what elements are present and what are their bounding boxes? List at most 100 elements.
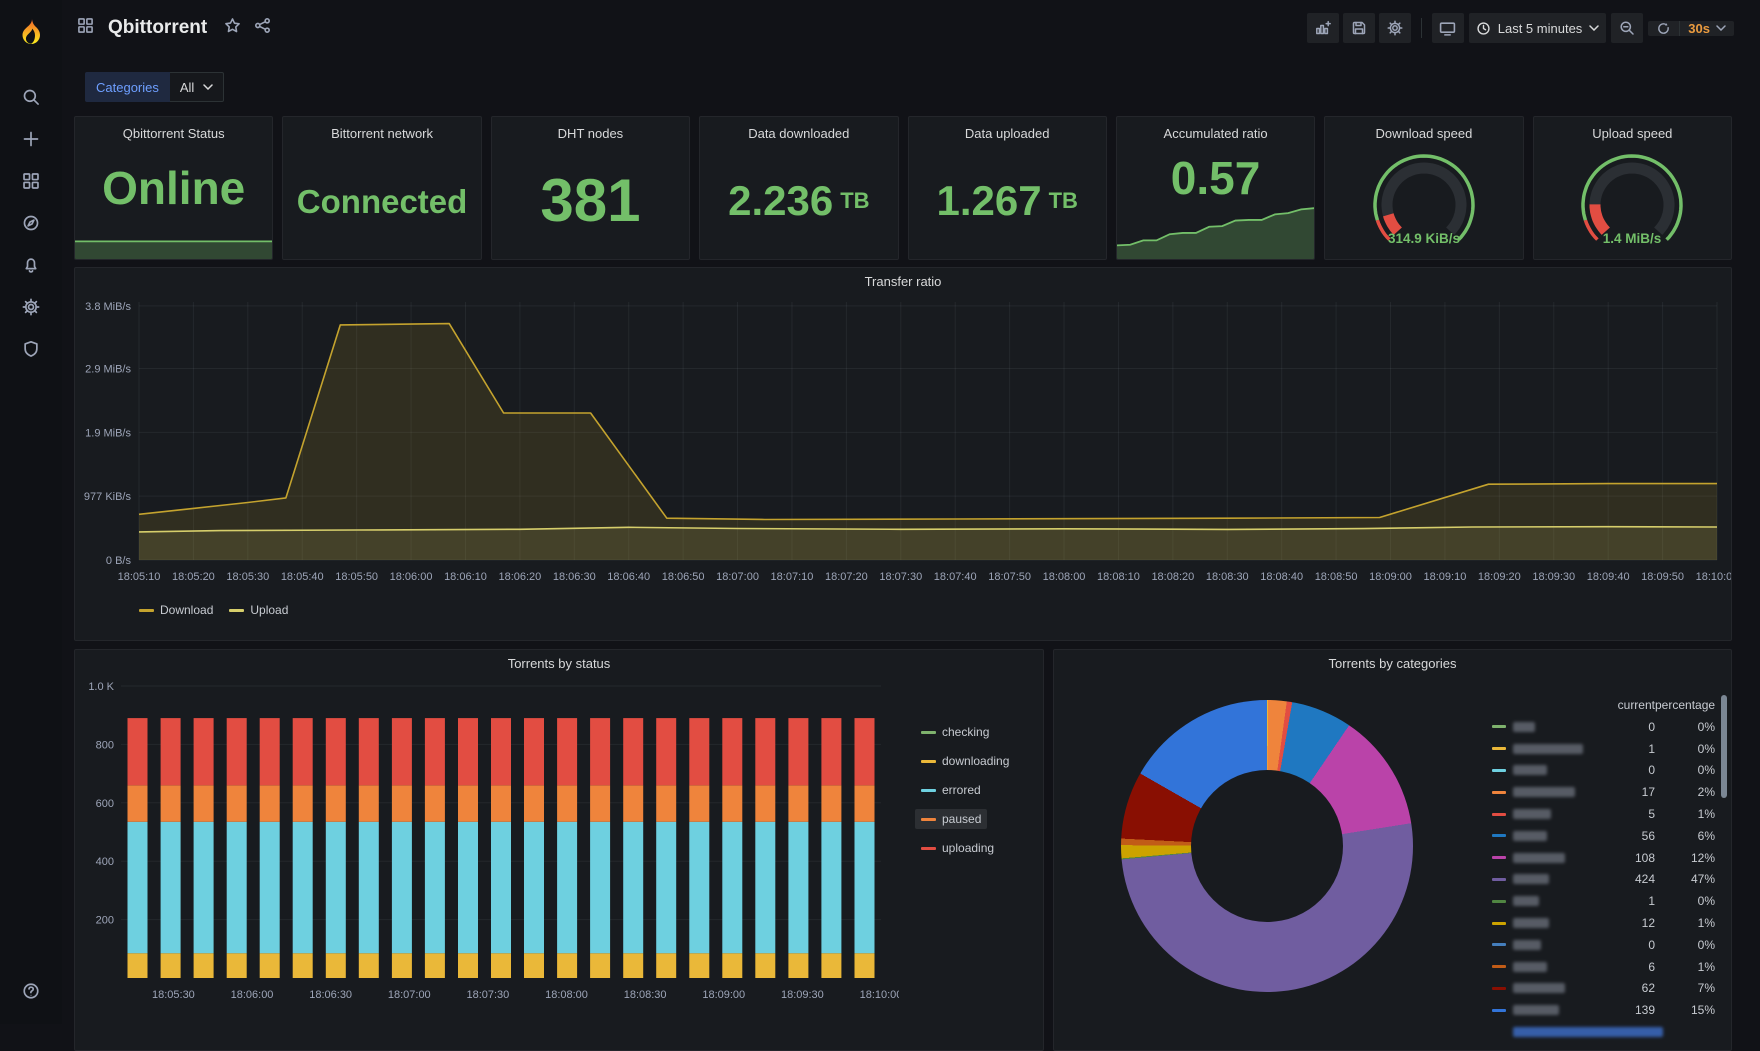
bar-segment-errored — [325, 821, 346, 954]
category-row-9[interactable]: 12 1% — [1492, 912, 1715, 934]
category-row-11[interactable]: 6 1% — [1492, 956, 1715, 978]
category-row-1[interactable]: 1 0% — [1492, 738, 1715, 760]
legend-item-checking[interactable]: checking — [915, 722, 995, 742]
category-row-4[interactable]: 5 1% — [1492, 803, 1715, 825]
bar-segment-paused — [226, 785, 247, 822]
stat-value: 2.236 TB — [700, 143, 897, 259]
variable-value-dropdown[interactable]: All — [169, 72, 225, 102]
stat-panel-title[interactable]: DHT nodes — [492, 117, 689, 143]
stat-panel-title[interactable]: Bittorrent network — [283, 117, 480, 143]
sidebar — [0, 0, 62, 1024]
stat-panel-title[interactable]: Data downloaded — [700, 117, 897, 143]
category-row-0[interactable]: 0 0% — [1492, 716, 1715, 738]
stat-panel-title[interactable]: Download speed — [1325, 117, 1522, 143]
category-row-12[interactable]: 62 7% — [1492, 978, 1715, 1000]
header-right-buttons — [1306, 13, 1411, 43]
dashboard-settings-button[interactable] — [1378, 13, 1411, 43]
bar-segment-errored — [424, 821, 445, 954]
bar-segment-downloading — [160, 953, 181, 978]
category-row-6[interactable]: 108 12% — [1492, 847, 1715, 869]
category-row-13[interactable]: 139 15% — [1492, 999, 1715, 1021]
legend-item-download[interactable]: Download — [139, 603, 213, 617]
bar-segment-paused — [854, 785, 875, 822]
stat-value-text: 1.267 — [936, 177, 1042, 224]
dashboard-picker-button[interactable] — [75, 15, 96, 41]
bar-segment-downloading — [788, 953, 809, 978]
bar-segment-uploading — [854, 718, 875, 786]
category-color-swatch — [1492, 812, 1506, 816]
sidebar-item-create[interactable] — [9, 118, 53, 160]
category-row-2[interactable]: 0 0% — [1492, 760, 1715, 782]
save-dashboard-button[interactable] — [1342, 13, 1375, 43]
sidebar-item-dashboards[interactable] — [9, 160, 53, 202]
stat-panel-3: Data downloaded 2.236 TB — [699, 116, 899, 260]
star-dashboard-button[interactable] — [222, 15, 243, 41]
svg-text:18:05:30: 18:05:30 — [226, 571, 269, 583]
svg-text:18:07:30: 18:07:30 — [466, 989, 509, 1001]
sidebar-item-server-admin[interactable] — [9, 328, 53, 370]
category-percentage-value: 0% — [1697, 894, 1715, 909]
svg-text:18:09:30: 18:09:30 — [1532, 571, 1575, 583]
svg-text:18:06:30: 18:06:30 — [309, 989, 352, 1001]
legend-item-upload[interactable]: Upload — [229, 603, 288, 617]
bar-segment-errored — [458, 821, 478, 954]
legend-item-downloading[interactable]: downloading — [915, 751, 1015, 771]
bar-segment-paused — [424, 785, 445, 822]
sidebar-item-explore[interactable] — [9, 202, 53, 244]
search-icon — [22, 88, 40, 106]
time-range-picker[interactable]: Last 5 minutes — [1468, 13, 1607, 43]
sidebar-item-alerting[interactable] — [9, 244, 53, 286]
bar-segment-paused — [722, 785, 743, 822]
svg-text:18:10:00: 18:10:00 — [1696, 571, 1731, 583]
add-panel-button[interactable] — [1306, 13, 1339, 43]
category-row-7[interactable]: 424 47% — [1492, 869, 1715, 891]
category-current-value: 0 — [1648, 763, 1655, 778]
svg-text:18:06:10: 18:06:10 — [444, 571, 487, 583]
grafana-logo[interactable] — [8, 8, 54, 54]
svg-text:18:09:00: 18:09:00 — [702, 989, 745, 1001]
stat-panel-title[interactable]: Upload speed — [1534, 117, 1731, 143]
svg-text:18:06:50: 18:06:50 — [662, 571, 705, 583]
category-label-redacted — [1513, 983, 1565, 994]
stat-panel-title[interactable]: Data uploaded — [909, 117, 1106, 143]
legend-item-paused[interactable]: paused — [915, 809, 988, 829]
category-percentage-value: 15% — [1690, 1003, 1715, 1018]
legend-item-uploading[interactable]: uploading — [915, 838, 1000, 858]
legend-scrollbar-thumb[interactable] — [1721, 695, 1727, 798]
stat-panel-title[interactable]: Qbittorrent Status — [75, 117, 272, 143]
refresh-button[interactable] — [1648, 21, 1679, 36]
bar-segment-downloading — [259, 953, 280, 978]
panel-title[interactable]: Torrents by status — [75, 650, 1043, 676]
zoom-out-time-button[interactable] — [1611, 13, 1644, 43]
svg-text:800: 800 — [96, 739, 114, 751]
category-color-swatch — [1492, 943, 1506, 947]
server-admin-shield-icon — [22, 340, 40, 358]
bar-segment-downloading — [623, 953, 644, 978]
dashboards-icon — [22, 172, 40, 190]
share-dashboard-button[interactable] — [252, 15, 273, 41]
sidebar-item-help[interactable] — [9, 970, 53, 1012]
sidebar-item-configuration[interactable] — [9, 286, 53, 328]
cycle-view-mode-button[interactable] — [1431, 13, 1464, 43]
svg-text:18:07:50: 18:07:50 — [988, 571, 1031, 583]
stat-panel-title[interactable]: Accumulated ratio — [1117, 117, 1314, 143]
category-row-3[interactable]: 17 2% — [1492, 781, 1715, 803]
column-header-percentage[interactable]: percentage — [1655, 698, 1715, 712]
svg-text:18:08:10: 18:08:10 — [1097, 571, 1140, 583]
category-row-5[interactable]: 56 6% — [1492, 825, 1715, 847]
sidebar-item-search[interactable] — [9, 76, 53, 118]
category-percentage-value: 2% — [1697, 785, 1715, 800]
panel-title[interactable]: Torrents by categories — [1054, 650, 1731, 676]
bar-segment-paused — [590, 785, 611, 822]
category-percentage-value: 1% — [1697, 959, 1715, 974]
category-row-8[interactable]: 1 0% — [1492, 890, 1715, 912]
legend-item-errored[interactable]: errored — [915, 780, 987, 800]
categories-table: current percentage 0 0% 1 0% 0 0% 17 2% 5 1% 56 6% 1… — [1492, 694, 1715, 1043]
column-header-current[interactable]: current — [1609, 698, 1655, 712]
bar-segment-uploading — [689, 718, 710, 786]
categories-donut-chart — [1121, 700, 1413, 992]
refresh-interval-button[interactable]: 30s — [1679, 20, 1734, 36]
category-row-partial[interactable] — [1492, 1021, 1715, 1043]
category-row-10[interactable]: 0 0% — [1492, 934, 1715, 956]
panel-title[interactable]: Transfer ratio — [75, 268, 1731, 294]
